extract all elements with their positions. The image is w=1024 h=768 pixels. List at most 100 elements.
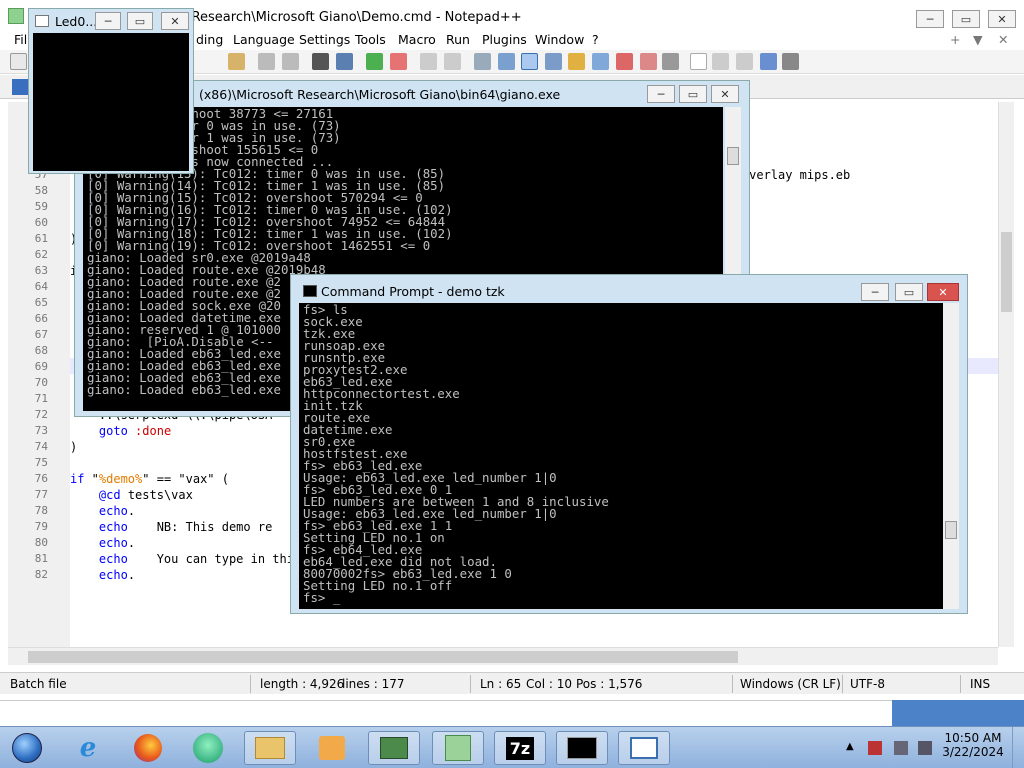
menu-settings[interactable]: Settings [299, 32, 350, 47]
line-number: 80 [34, 536, 48, 549]
giano-minimize-button[interactable]: ─ [647, 85, 675, 103]
save-icon[interactable] [12, 79, 28, 95]
record-macro-icon[interactable] [690, 53, 707, 70]
monitor-icon[interactable] [640, 53, 657, 70]
taskbar-giano[interactable] [368, 731, 420, 765]
taskbar-window-app[interactable] [618, 731, 670, 765]
line-number: 72 [34, 408, 48, 421]
folder-workspace-icon[interactable] [616, 53, 633, 70]
sync-h-icon[interactable] [444, 53, 461, 70]
code-line: echo. [98, 504, 136, 518]
line-number: 64 [34, 280, 48, 293]
menu-plugins[interactable]: Plugins [482, 32, 527, 47]
wrap-icon[interactable] [474, 53, 491, 70]
menu-new-tab-icon[interactable]: + [950, 32, 960, 47]
taskbar-internet-explorer[interactable]: e [62, 731, 114, 765]
line-number: 58 [34, 184, 48, 197]
menu-list-tabs-icon[interactable]: ▼ [973, 32, 983, 47]
run-macro-multiple-icon[interactable] [760, 53, 777, 70]
editor-hscroll-thumb[interactable] [28, 651, 738, 663]
green-circle-icon [193, 733, 223, 763]
cmd-scroll-thumb[interactable] [945, 521, 957, 539]
led-minimize-button[interactable]: ─ [95, 12, 121, 30]
menu-window[interactable]: Window [535, 32, 584, 47]
taskbar-media-player[interactable] [306, 731, 358, 765]
menu-macro[interactable]: Macro [398, 32, 436, 47]
show-hidden-icons-icon[interactable]: ▲ [846, 741, 854, 752]
led-maximize-button[interactable]: ▭ [127, 12, 153, 30]
clock-date: 3/22/2024 [942, 745, 1004, 759]
taskbar-7zip[interactable]: 7z [494, 731, 546, 765]
editor-horizontal-scrollbar[interactable] [8, 647, 998, 665]
eye-icon[interactable] [662, 53, 679, 70]
doc-map-icon[interactable] [568, 53, 585, 70]
line-number: 60 [34, 216, 48, 229]
undo-icon[interactable] [258, 53, 275, 70]
save-macro-icon[interactable] [782, 53, 799, 70]
redo-icon[interactable] [282, 53, 299, 70]
zoom-out-icon[interactable] [390, 53, 407, 70]
cmd-minimize-button[interactable]: ─ [861, 283, 889, 301]
line-number: 59 [34, 200, 48, 213]
start-button[interactable] [2, 731, 52, 765]
taskbar-clock[interactable]: 10:50 AM 3/22/2024 [940, 731, 1006, 759]
cmd-console-output[interactable]: fs> ls sock.exe tzk.exe runsoap.exe runsntp.… [299, 303, 943, 609]
notepadpp-maximize-button[interactable]: ▭ [952, 10, 980, 28]
replace-icon[interactable] [336, 53, 353, 70]
led-window-icon [35, 15, 49, 27]
cmd-close-button[interactable]: ✕ [927, 283, 959, 301]
taskbar-green-app[interactable] [182, 731, 234, 765]
menu-encoding[interactable]: ding [196, 32, 223, 47]
line-number: 73 [34, 424, 48, 437]
menu-tools[interactable]: Tools [355, 32, 386, 47]
giano-scroll-thumb[interactable] [727, 147, 739, 165]
func-list-icon[interactable] [592, 53, 609, 70]
notepadpp-title: ft Research\Microsoft Giano\Demo.cmd - N… [178, 10, 522, 25]
notepadpp-minimize-button[interactable]: ─ [916, 10, 944, 28]
tray-volume-icon[interactable] [918, 741, 932, 755]
menu-run[interactable]: Run [446, 32, 470, 47]
led-close-button[interactable]: ✕ [161, 12, 189, 30]
led-window: Led0... ─ ▭ ✕ [28, 8, 194, 174]
giano-maximize-button[interactable]: ▭ [679, 85, 707, 103]
circuit-board-icon [380, 737, 408, 759]
tray-flag-icon[interactable] [868, 741, 882, 755]
show-desktop-button[interactable] [1012, 727, 1024, 768]
line-number: 63 [34, 264, 48, 277]
menu-help[interactable]: ? [592, 32, 599, 47]
code-line: if "%demo%" == "vax" ( [70, 472, 229, 486]
folder-icon [255, 737, 285, 759]
status-col: Col : 10 [526, 677, 572, 691]
editor-vertical-scrollbar[interactable] [998, 102, 1014, 647]
new-file-icon[interactable] [10, 53, 27, 70]
giano-close-button[interactable]: ✕ [711, 85, 739, 103]
cmd-output-line: fs> _ [303, 590, 341, 605]
taskbar-command-prompt[interactable] [556, 731, 608, 765]
editor-vscroll-thumb[interactable] [1001, 232, 1012, 312]
notepadpp-close-button[interactable]: ✕ [988, 10, 1016, 28]
find-icon[interactable] [312, 53, 329, 70]
play-macro-icon[interactable] [736, 53, 753, 70]
paste-icon[interactable] [228, 53, 245, 70]
zoom-in-icon[interactable] [366, 53, 383, 70]
line-number: 69 [34, 360, 48, 373]
menu-file[interactable]: Fil [14, 32, 27, 47]
sync-v-icon[interactable] [420, 53, 437, 70]
tray-network-icon[interactable] [894, 741, 908, 755]
taskbar-firefox[interactable] [122, 731, 174, 765]
udl-icon[interactable] [545, 53, 562, 70]
line-number: 75 [34, 456, 48, 469]
taskbar-notepadpp[interactable] [432, 731, 484, 765]
giano-output-line: giano: Loaded eb63_led.exe [87, 382, 281, 397]
led-display [33, 33, 189, 171]
menu-language[interactable]: Language [233, 32, 295, 47]
all-chars-icon[interactable] [498, 53, 515, 70]
line-number: 66 [34, 312, 48, 325]
indent-guide-icon[interactable] [521, 53, 538, 70]
stop-macro-icon[interactable] [712, 53, 729, 70]
menu-close-doc-icon[interactable]: ✕ [998, 32, 1008, 47]
notepadpp-app-icon [8, 8, 24, 24]
taskbar-file-explorer[interactable] [244, 731, 296, 765]
cmd-scrollbar[interactable] [943, 303, 959, 609]
cmd-maximize-button[interactable]: ▭ [895, 283, 923, 301]
